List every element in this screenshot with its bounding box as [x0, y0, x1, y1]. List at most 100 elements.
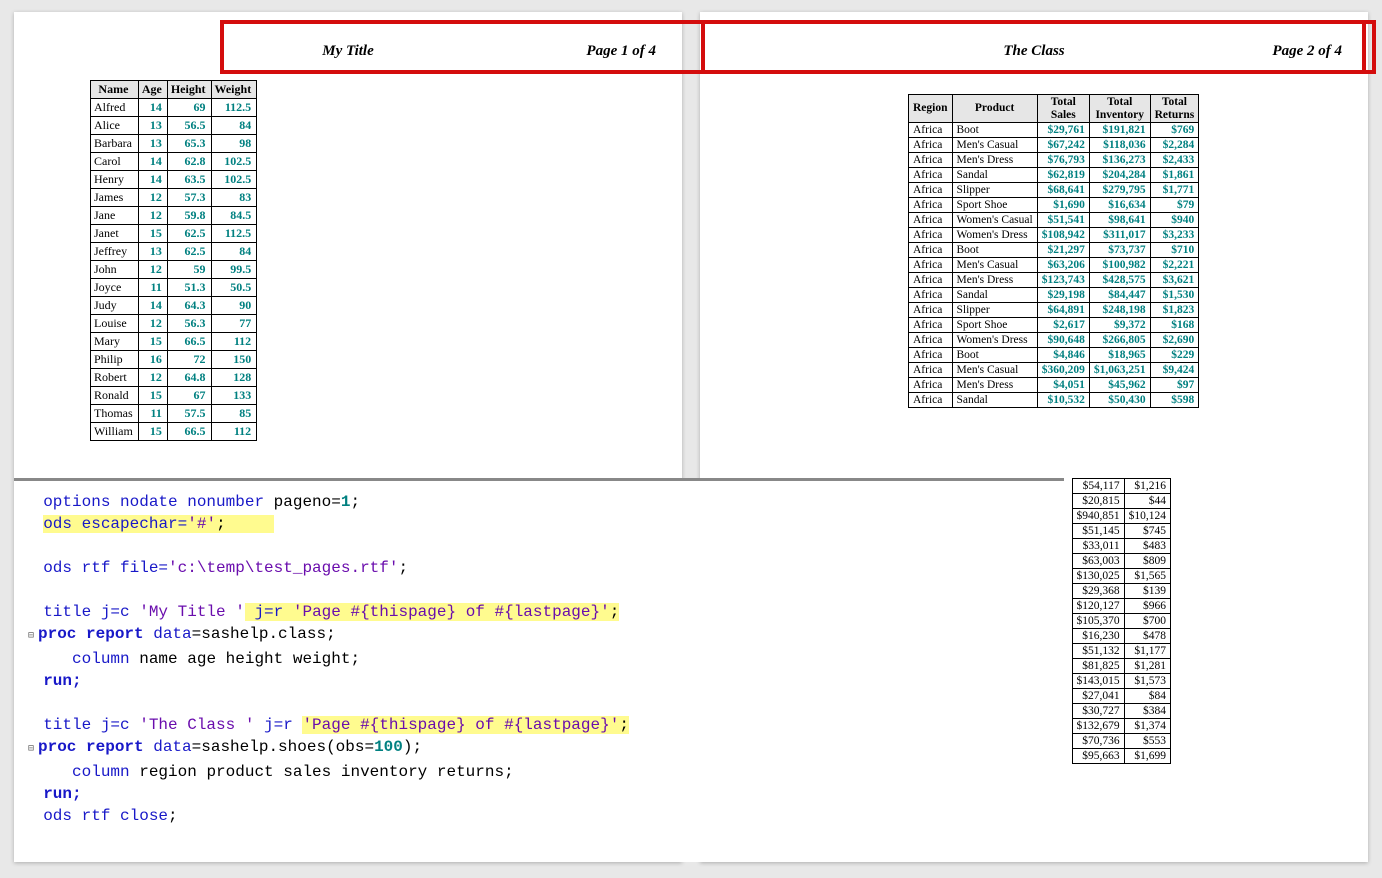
table-cell: Africa: [909, 228, 953, 243]
table-cell: Louise: [91, 315, 139, 333]
table-cell: 50.5: [211, 279, 257, 297]
table-row: Henry1463.5102.5: [91, 171, 257, 189]
table-cell: $62,819: [1037, 168, 1089, 183]
table-cell: Philip: [91, 351, 139, 369]
table-cell: $63,003: [1072, 554, 1124, 569]
table-cell: 84.5: [211, 207, 257, 225]
table-cell: $1,530: [1150, 288, 1199, 303]
table-cell: $76,793: [1037, 153, 1089, 168]
table-cell: William: [91, 423, 139, 441]
table-row: $29,368$139: [1072, 584, 1171, 599]
table-row: Joyce1151.350.5: [91, 279, 257, 297]
table-cell: Mary: [91, 333, 139, 351]
table-cell: Barbara: [91, 135, 139, 153]
table-cell: $84: [1124, 689, 1170, 704]
table-cell: $10,532: [1037, 393, 1089, 408]
table-cell: 62.5: [167, 243, 211, 261]
table-cell: Men's Dress: [952, 153, 1037, 168]
table-cell: $745: [1124, 524, 1170, 539]
table-cell: Africa: [909, 243, 953, 258]
table-row: $81,825$1,281: [1072, 659, 1171, 674]
table-cell: $1,281: [1124, 659, 1170, 674]
table-cell: Women's Dress: [952, 228, 1037, 243]
table-cell: $51,145: [1072, 524, 1124, 539]
table-cell: $809: [1124, 554, 1170, 569]
code-token: =sashelp.shoes(obs=: [192, 738, 374, 756]
fold-gutter-icon[interactable]: ⊟: [24, 626, 38, 648]
table-row: Jeffrey1362.584: [91, 243, 257, 261]
table-row: AfricaMen's Casual$63,206$100,982$2,221: [909, 258, 1199, 273]
table-cell: $16,634: [1089, 198, 1150, 213]
table-cell: 59: [167, 261, 211, 279]
table-row: AfricaBoot$29,761$191,821$769: [909, 123, 1199, 138]
table-cell: 85: [211, 405, 257, 423]
table-cell: Slipper: [952, 303, 1037, 318]
table-cell: $29,761: [1037, 123, 1089, 138]
table-cell: $120,127: [1072, 599, 1124, 614]
table-cell: $4,051: [1037, 378, 1089, 393]
table-cell: Men's Dress: [952, 273, 1037, 288]
table-row: AfricaSandal$10,532$50,430$598: [909, 393, 1199, 408]
table-cell: $21,297: [1037, 243, 1089, 258]
table-cell: 112.5: [211, 99, 257, 117]
table-cell: Men's Casual: [952, 258, 1037, 273]
table-cell: 12: [138, 261, 167, 279]
table-cell: 56.5: [167, 117, 211, 135]
table-cell: Africa: [909, 303, 953, 318]
table-cell: $95,663: [1072, 749, 1124, 764]
table-row: $95,663$1,699: [1072, 749, 1171, 764]
table-cell: $73,737: [1089, 243, 1150, 258]
table-row: AfricaWomen's Dress$108,942$311,017$3,23…: [909, 228, 1199, 243]
table-row: Judy1464.390: [91, 297, 257, 315]
code-token: file=: [120, 559, 168, 577]
table-cell: 13: [138, 117, 167, 135]
table-cell: $97: [1150, 378, 1199, 393]
table-cell: $33,011: [1072, 539, 1124, 554]
table-row: James1257.383: [91, 189, 257, 207]
table-cell: $1,861: [1150, 168, 1199, 183]
code-token: 'The Class ': [139, 716, 254, 734]
table-cell: John: [91, 261, 139, 279]
table-cell: $360,209: [1037, 363, 1089, 378]
table-cell: 15: [138, 423, 167, 441]
table-cell: 12: [138, 315, 167, 333]
table-cell: $70,736: [1072, 734, 1124, 749]
table-cell: Africa: [909, 138, 953, 153]
table-row: AfricaSandal$29,198$84,447$1,530: [909, 288, 1199, 303]
table-cell: Jeffrey: [91, 243, 139, 261]
code-token: ;: [216, 515, 226, 533]
table-cell: 13: [138, 135, 167, 153]
table-row: AfricaMen's Casual$360,209$1,063,251$9,4…: [909, 363, 1199, 378]
table-cell: Sport Shoe: [952, 198, 1037, 213]
code-token: column: [43, 650, 129, 668]
code-token: ;: [610, 603, 620, 621]
code-content[interactable]: options nodate nonumber pageno=1; ods es…: [24, 491, 1064, 827]
table-cell: 67: [167, 387, 211, 405]
table-cell: $1,690: [1037, 198, 1089, 213]
table-cell: $940,851: [1072, 509, 1124, 524]
table-cell: Women's Casual: [952, 213, 1037, 228]
overhang-table: $54,117$1,216$20,815$44$940,851$10,124$5…: [1072, 478, 1172, 764]
class-table-header: Height: [167, 81, 211, 99]
table-cell: $84,447: [1089, 288, 1150, 303]
table-row: $132,679$1,374: [1072, 719, 1171, 734]
table-cell: $68,641: [1037, 183, 1089, 198]
table-row: Thomas1157.585: [91, 405, 257, 423]
table-cell: $54,117: [1072, 479, 1124, 494]
page1-title: My Title: [36, 26, 660, 76]
table-cell: 112: [211, 423, 257, 441]
table-cell: 112: [211, 333, 257, 351]
table-cell: $1,216: [1124, 479, 1170, 494]
table-cell: $1,699: [1124, 749, 1170, 764]
table-cell: Africa: [909, 378, 953, 393]
table-cell: $63,206: [1037, 258, 1089, 273]
shoes-table: RegionProductTotalSalesTotalInventoryTot…: [908, 94, 1199, 408]
table-cell: $16,230: [1072, 629, 1124, 644]
fold-gutter-icon[interactable]: ⊟: [24, 739, 38, 761]
table-row: AfricaSandal$62,819$204,284$1,861: [909, 168, 1199, 183]
table-cell: Africa: [909, 318, 953, 333]
table-cell: $67,242: [1037, 138, 1089, 153]
table-cell: Men's Casual: [952, 363, 1037, 378]
page1-pagelabel: Page 1 of 4: [586, 26, 656, 76]
table-cell: $483: [1124, 539, 1170, 554]
